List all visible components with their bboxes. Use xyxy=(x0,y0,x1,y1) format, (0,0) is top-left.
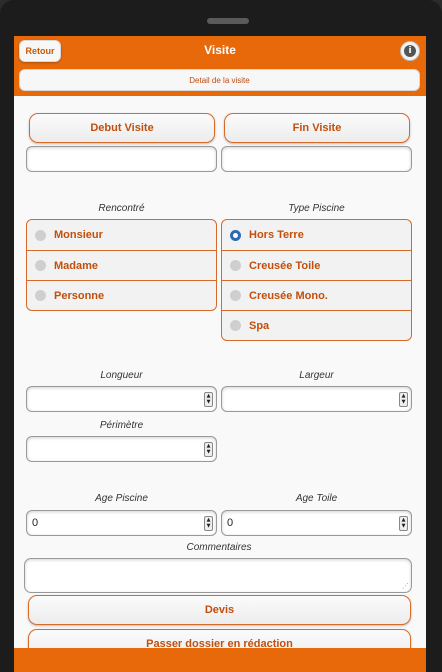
radio-label: Hors Terre xyxy=(249,229,304,241)
debut-visite-button[interactable]: Debut Visite xyxy=(29,113,215,143)
tab-detail-visite[interactable]: Detail de la visite xyxy=(19,69,420,91)
radio-label: Personne xyxy=(54,289,105,302)
commentaires-label: Commentaires xyxy=(186,542,252,553)
radio-creusee-mono[interactable]: Creusée Mono. xyxy=(222,280,411,310)
largeur-label: Largeur xyxy=(299,370,334,381)
radio-unchecked-icon xyxy=(230,260,241,271)
radio-unchecked-icon xyxy=(35,260,46,271)
radio-madame[interactable]: Madame xyxy=(27,250,216,280)
device-frame: Retour Visite i Detail de la visite Debu… xyxy=(0,0,442,672)
radio-unchecked-icon xyxy=(35,229,46,241)
longueur-input[interactable]: ▲ ▼ xyxy=(26,386,217,412)
footer-bar xyxy=(14,648,426,672)
radio-unchecked-icon xyxy=(230,320,241,331)
header-bar: Retour Visite i Detail de la visite xyxy=(14,36,426,96)
perimetre-input[interactable]: ▲ ▼ xyxy=(26,436,217,462)
age-toile-label: Age Toile xyxy=(295,493,338,504)
radio-unchecked-icon xyxy=(230,290,241,301)
radio-label: Creusée Mono. xyxy=(249,289,328,302)
spinner-icon[interactable]: ▲ ▼ xyxy=(204,392,213,407)
device-speaker xyxy=(207,18,249,24)
age-piscine-input[interactable]: 0 ▲ ▼ xyxy=(26,510,217,536)
radio-personne[interactable]: Personne xyxy=(27,280,216,310)
radio-hors-terre[interactable]: Hors Terre xyxy=(222,220,411,250)
spinner-icon[interactable]: ▲ ▼ xyxy=(399,392,408,407)
resize-handle-icon[interactable]: ⋰ xyxy=(402,582,409,590)
perimetre-label: Périmètre xyxy=(99,420,144,431)
page-title: Visite xyxy=(204,43,236,57)
fin-visite-button[interactable]: Fin Visite xyxy=(224,113,410,143)
spinner-icon[interactable]: ▲ ▼ xyxy=(204,442,213,457)
radio-label: Spa xyxy=(249,319,270,332)
radio-unchecked-icon xyxy=(35,290,46,301)
spinner-icon[interactable]: ▲ ▼ xyxy=(204,516,213,531)
type-piscine-label: Type Piscine xyxy=(288,203,345,214)
back-button[interactable]: Retour xyxy=(19,40,61,62)
longueur-label: Longueur xyxy=(100,370,143,381)
rencontre-radio-group: Monsieur Madame Personne xyxy=(26,219,217,311)
age-piscine-value: 0 xyxy=(32,517,39,529)
radio-label: Monsieur xyxy=(54,229,103,241)
debut-visite-field[interactable] xyxy=(26,146,217,172)
rencontre-label: Rencontré xyxy=(98,203,145,214)
radio-spa[interactable]: Spa xyxy=(222,310,411,340)
devis-button[interactable]: Devis xyxy=(28,595,411,625)
radio-monsieur[interactable]: Monsieur xyxy=(27,220,216,250)
largeur-input[interactable]: ▲ ▼ xyxy=(221,386,412,412)
commentaires-textarea[interactable]: ⋰ xyxy=(24,558,412,593)
radio-creusee-toile[interactable]: Creusée Toile xyxy=(222,250,411,280)
age-piscine-label: Age Piscine xyxy=(95,493,148,504)
age-toile-value: 0 xyxy=(227,517,234,529)
type-piscine-radio-group: Hors Terre Creusée Toile Creusée Mono. S… xyxy=(221,219,412,341)
fin-visite-field[interactable] xyxy=(221,146,412,172)
age-toile-input[interactable]: 0 ▲ ▼ xyxy=(221,510,412,536)
info-button[interactable]: i xyxy=(400,41,420,61)
info-icon: i xyxy=(404,45,416,57)
radio-label: Madame xyxy=(54,259,99,272)
app-screen: Retour Visite i Detail de la visite Debu… xyxy=(14,36,426,672)
radio-label: Creusée Toile xyxy=(249,259,321,272)
radio-checked-icon xyxy=(230,229,241,241)
spinner-icon[interactable]: ▲ ▼ xyxy=(399,516,408,531)
